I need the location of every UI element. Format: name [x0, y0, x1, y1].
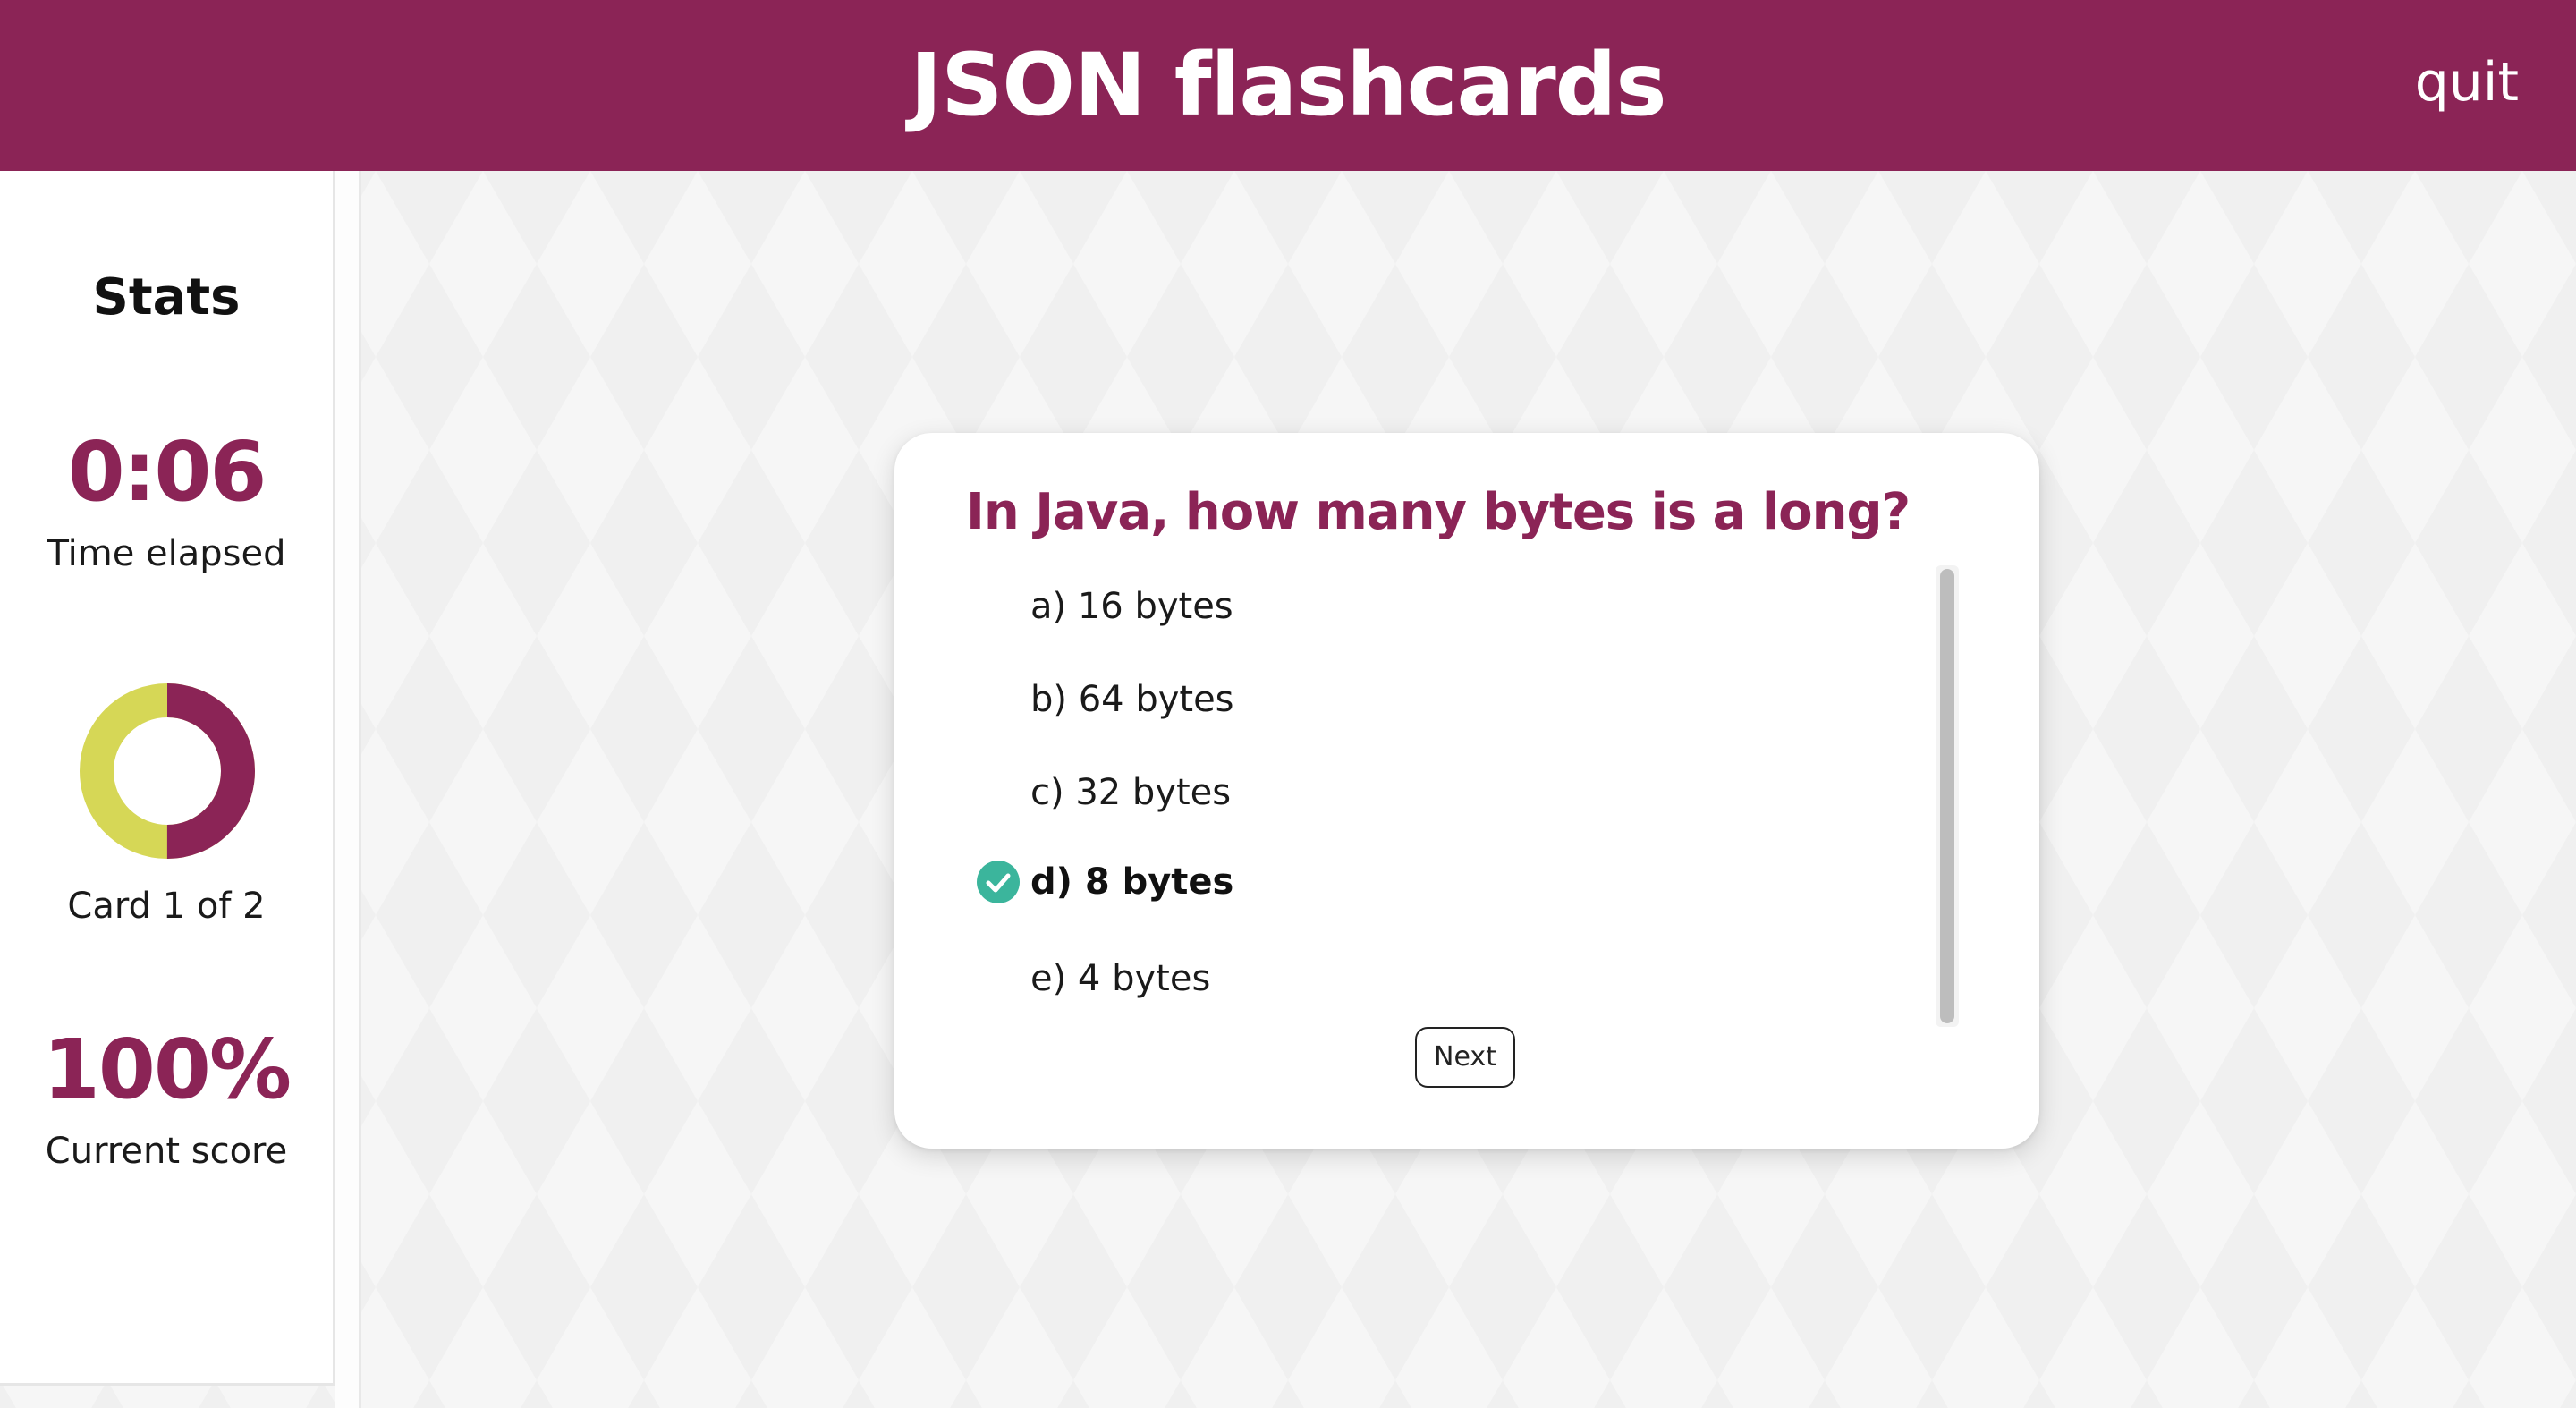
next-button[interactable]: Next [1415, 1027, 1515, 1088]
check-circle-icon [977, 861, 1020, 903]
time-elapsed-label: Time elapsed [47, 533, 286, 574]
current-score-label: Current score [45, 1131, 288, 1172]
quit-link[interactable]: quit [2415, 0, 2519, 171]
answer-option-e[interactable]: e) 4 bytes [1030, 952, 1210, 1005]
answers-scrollbar-thumb[interactable] [1940, 569, 1954, 1023]
flashcard: In Java, how many bytes is a long? a) 16… [894, 433, 2039, 1149]
current-score-value: 100% [42, 1022, 292, 1117]
stats-heading: Stats [92, 268, 241, 327]
answer-option-b[interactable]: b) 64 bytes [1030, 673, 1234, 726]
progress-donut [80, 683, 255, 859]
answer-option-d[interactable]: d) 8 bytes [1030, 855, 1233, 909]
time-elapsed-value: 0:06 [67, 424, 267, 520]
answer-option-c[interactable]: c) 32 bytes [1030, 766, 1231, 819]
card-progress-label: Card 1 of 2 [67, 886, 266, 927]
app-title: JSON flashcards [910, 35, 1666, 135]
question-text: In Java, how many bytes is a long? [966, 483, 1911, 541]
sidebar-divider [335, 171, 361, 1408]
answer-option-a[interactable]: a) 16 bytes [1030, 580, 1233, 633]
